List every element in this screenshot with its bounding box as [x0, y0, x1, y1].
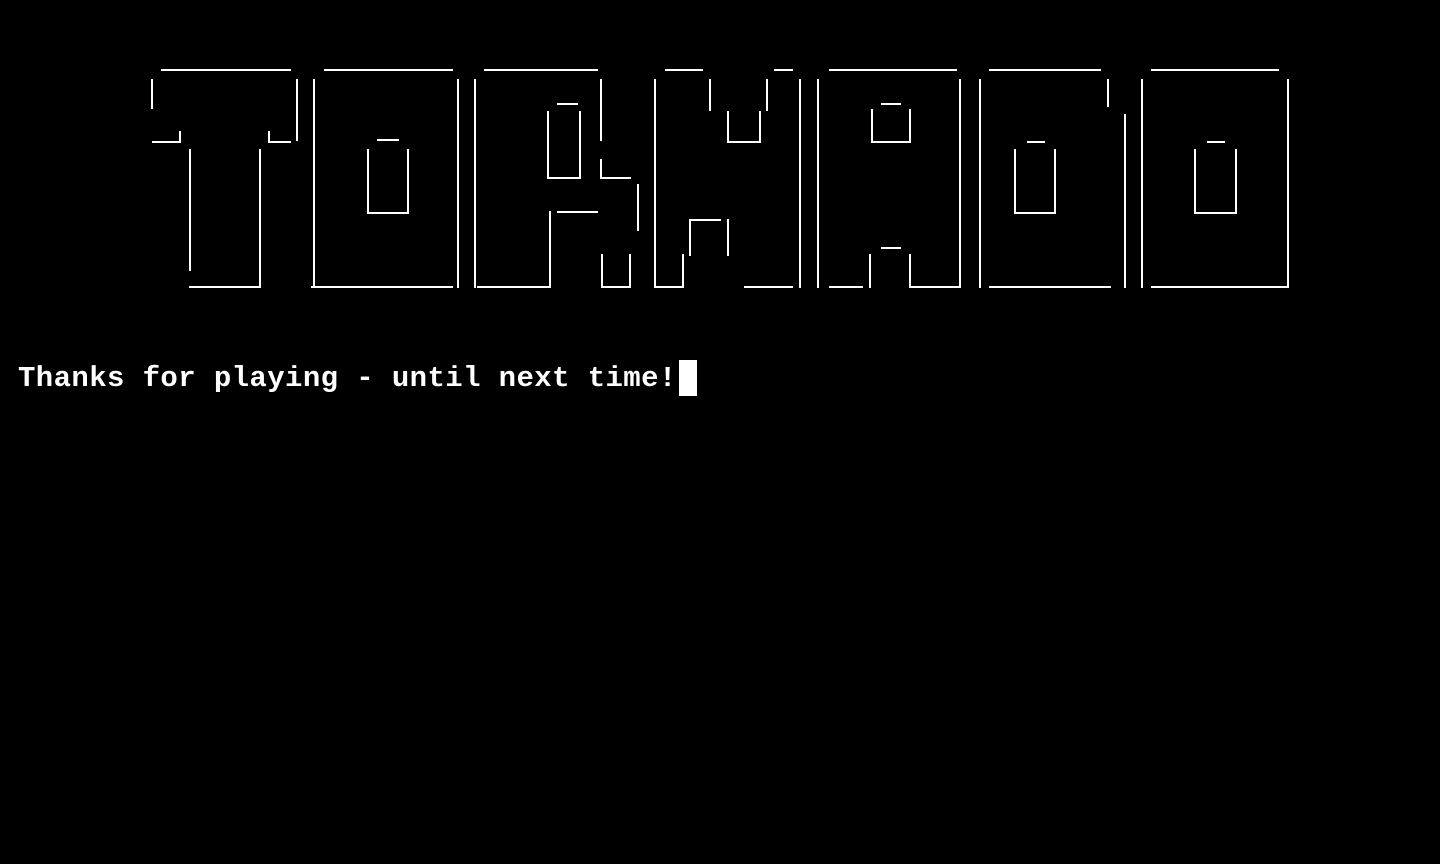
banner-letter-r: [474, 69, 639, 288]
terminal-output-line: Thanks for playing - until next time!: [18, 358, 697, 398]
banner-letter-t: [151, 69, 298, 288]
goodbye-message: Thanks for playing - until next time!: [18, 361, 677, 395]
banner-letter-o-2: [1141, 69, 1289, 288]
banner-letter-n: [654, 69, 801, 288]
ascii-art-banner: [0, 0, 1440, 320]
text-cursor: [678, 360, 697, 396]
banner-letter-a: [817, 69, 961, 288]
banner-letter-o: [311, 69, 459, 288]
terminal-window[interactable]: Thanks for playing - until next time!: [0, 0, 1440, 864]
banner-letter-d: [979, 69, 1126, 288]
